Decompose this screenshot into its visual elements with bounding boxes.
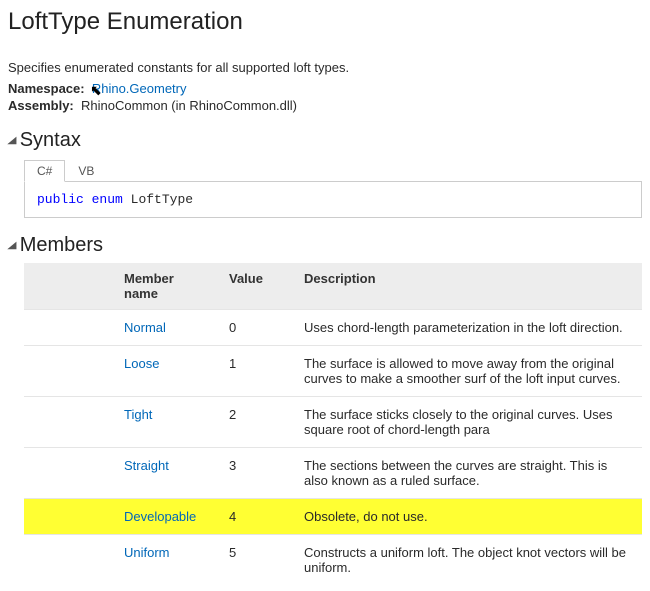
member-value: 5 [219, 535, 294, 586]
member-value: 4 [219, 499, 294, 535]
member-icon-cell [24, 535, 114, 586]
members-heading: Members [20, 234, 103, 257]
member-icon-cell [24, 499, 114, 535]
member-name: Uniform [114, 535, 219, 586]
member-name-text: Normal [124, 320, 166, 335]
table-row: Straight 3The sections between the curves… [24, 448, 642, 499]
members-header[interactable]: ◢ Members [8, 234, 642, 257]
language-tabs: C# VB [24, 160, 642, 182]
namespace-line: Namespace: Rhino.Geometry [8, 81, 642, 96]
table-row: Normal 0Uses chord-length parameterizatio… [24, 310, 642, 346]
member-name-text: Straight [124, 458, 169, 473]
syntax-heading: Syntax [20, 129, 81, 152]
member-value: 0 [219, 310, 294, 346]
col-description-header: Description [294, 263, 642, 310]
member-name: Loose [114, 346, 219, 397]
member-description: The surface is allowed to move away from… [294, 346, 642, 397]
col-icon-header [24, 263, 114, 310]
members-table: Member name Value Description Normal 0Use… [24, 263, 642, 585]
member-name: Developable [114, 499, 219, 535]
namespace-link[interactable]: Rhino.Geometry [92, 81, 187, 96]
member-name-text: Developable [124, 509, 196, 524]
tab-csharp[interactable]: C# [24, 160, 65, 182]
member-icon-cell [24, 397, 114, 448]
table-row: Loose 1The surface is allowed to move awa… [24, 346, 642, 397]
member-name: Normal [114, 310, 219, 346]
member-icon-cell [24, 448, 114, 499]
member-description: The surface sticks closely to the origin… [294, 397, 642, 448]
assembly-line: Assembly: RhinoCommon (in RhinoCommon.dl… [8, 98, 642, 113]
tab-vb[interactable]: VB [65, 160, 107, 182]
member-icon-cell [24, 346, 114, 397]
member-name: Straight [114, 448, 219, 499]
member-description: Obsolete, do not use. [294, 499, 642, 535]
code-sample: public enum LoftType [24, 181, 642, 218]
member-description: Uses chord-length parameterization in th… [294, 310, 642, 346]
type-description: Specifies enumerated constants for all s… [8, 60, 642, 75]
collapse-icon: ◢ [7, 135, 16, 146]
member-value: 3 [219, 448, 294, 499]
table-row: Developable 4Obsolete, do not use. [24, 499, 642, 535]
code-keyword-enum: enum [92, 192, 123, 207]
member-icon-cell [24, 310, 114, 346]
page-title: LoftType Enumeration [8, 8, 642, 36]
syntax-header[interactable]: ◢ Syntax [8, 129, 642, 152]
collapse-icon: ◢ [7, 240, 16, 251]
namespace-label: Namespace: [8, 81, 85, 96]
member-name-text: Loose [124, 356, 159, 371]
member-name-text: Uniform [124, 545, 170, 560]
col-name-header: Member name [114, 263, 219, 310]
table-row: Uniform 5Constructs a uniform loft. The o… [24, 535, 642, 586]
member-description: Constructs a uniform loft. The object kn… [294, 535, 642, 586]
member-value: 2 [219, 397, 294, 448]
code-type-name: LoftType [131, 192, 193, 207]
assembly-value: RhinoCommon (in RhinoCommon.dll) [81, 98, 297, 113]
table-row: Tight 2The surface sticks closely to the … [24, 397, 642, 448]
assembly-label: Assembly: [8, 98, 74, 113]
member-description: The sections between the curves are stra… [294, 448, 642, 499]
member-value: 1 [219, 346, 294, 397]
member-name-text: Tight [124, 407, 152, 422]
col-value-header: Value [219, 263, 294, 310]
member-name: Tight [114, 397, 219, 448]
code-keyword-public: public [37, 192, 84, 207]
